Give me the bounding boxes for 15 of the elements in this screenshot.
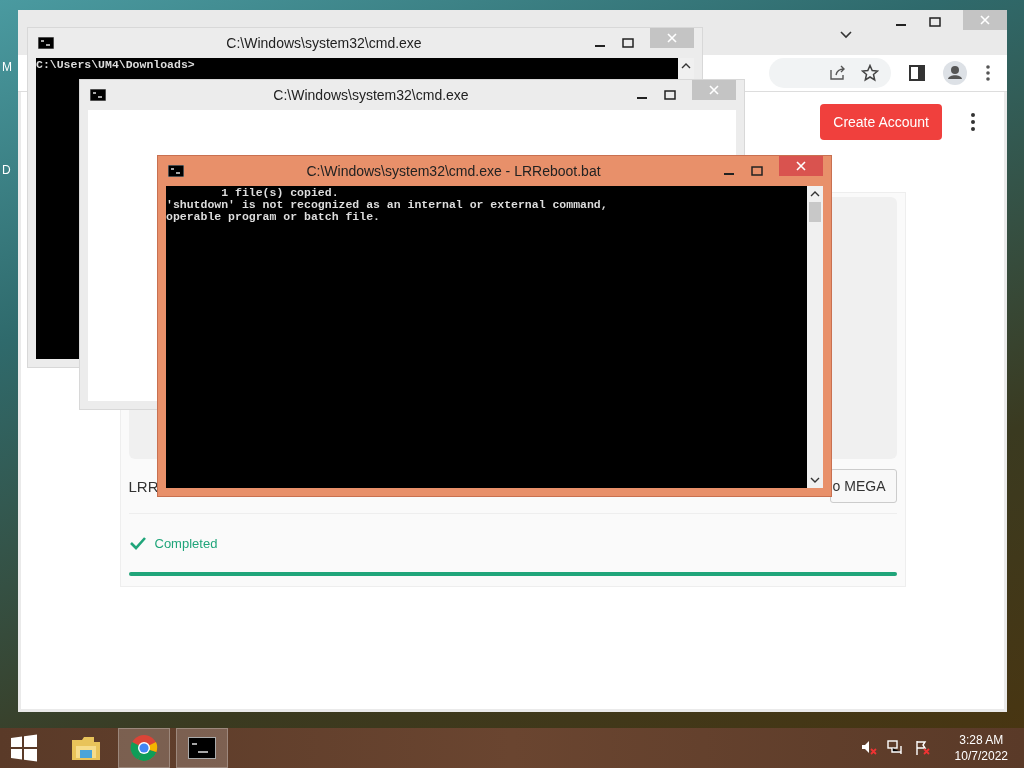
console-line: 1 file(s) copied. [220, 187, 340, 199]
console-line: C:\Users\UM4\Downloads> [36, 59, 196, 71]
window-title: C:\Windows\system32\cmd.exe - LRReboot.bat [305, 163, 602, 179]
file-name: LRR [128, 477, 159, 495]
clock-time[interactable]: 3:28 AM [959, 732, 1004, 748]
console-line: 'shutdown' is not recognized as an internal or external command, [166, 199, 609, 211]
console-line: operable program or batch file. [166, 211, 381, 223]
clock-date[interactable]: 10/7/2022 [954, 748, 1008, 764]
window-title: C:\Windows\system32\cmd.exe [272, 87, 470, 103]
desktop-icon-label: M [2, 60, 12, 74]
status-text: Completed [154, 535, 218, 551]
window-title: C:\Windows\system32\cmd.exe [225, 35, 423, 51]
create-account-button[interactable]: Create Account [820, 104, 942, 140]
save-button[interactable]: o MEGA [829, 469, 897, 503]
desktop-icon-label: D [2, 163, 11, 177]
